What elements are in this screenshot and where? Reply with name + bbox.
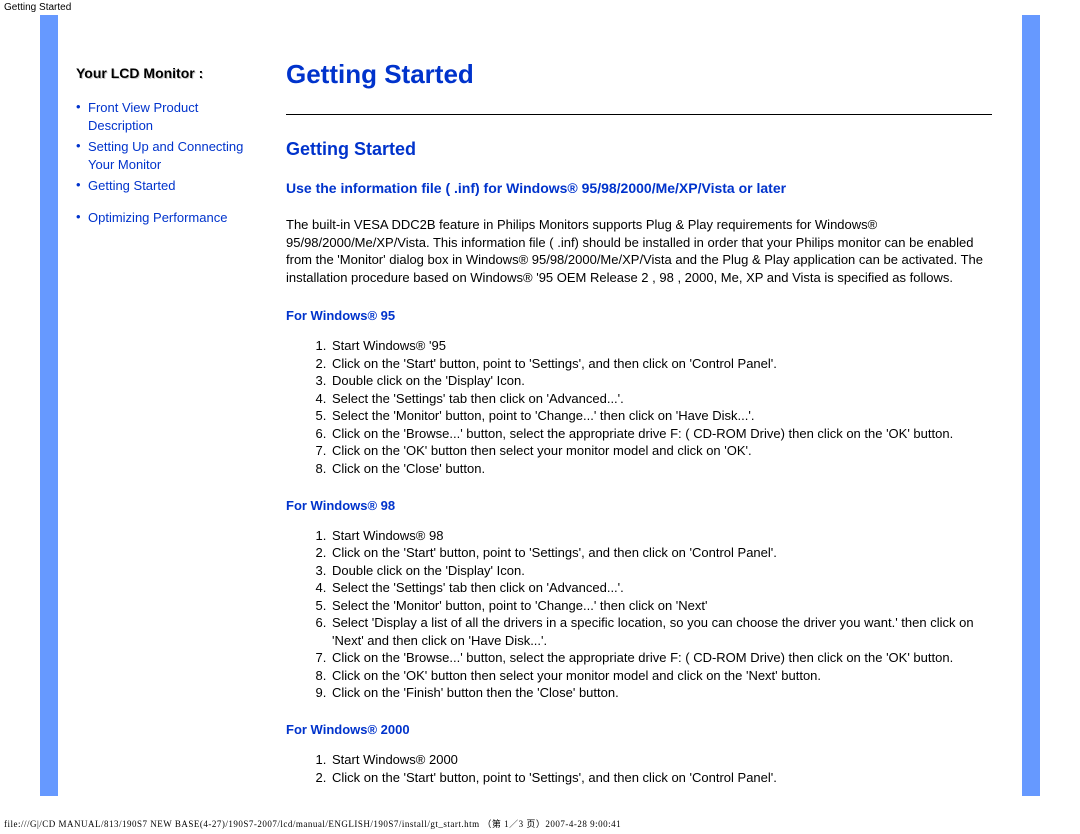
sidebar-link-label[interactable]: Optimizing Performance [88, 209, 227, 227]
left-accent-bar [40, 15, 58, 796]
bullet-icon: • [76, 99, 88, 134]
step-item: Click on the 'Finish' button then the 'C… [330, 684, 992, 702]
sidebar-link-label[interactable]: Front View Product Description [88, 99, 266, 134]
intro-paragraph: The built-in VESA DDC2B feature in Phili… [286, 216, 992, 286]
sidebar: Your LCD Monitor : • Front View Product … [58, 15, 276, 796]
os-section-heading: For Windows® 2000 [286, 722, 992, 737]
footer-path: file:///G|/CD MANUAL/813/190S7 NEW BASE(… [4, 817, 621, 830]
os-section-heading: For Windows® 98 [286, 498, 992, 513]
step-item: Click on the 'OK' button then select you… [330, 442, 992, 460]
bullet-icon: • [76, 209, 88, 227]
step-item: Click on the 'Start' button, point to 'S… [330, 769, 992, 787]
step-item: Start Windows® '95 [330, 337, 992, 355]
bullet-icon: • [76, 177, 88, 195]
step-item: Click on the 'OK' button then select you… [330, 667, 992, 685]
step-item: Click on the 'Browse...' button, select … [330, 649, 992, 667]
step-item: Click on the 'Close' button. [330, 460, 992, 478]
sidebar-link-optimizing[interactable]: • Optimizing Performance [76, 209, 266, 227]
steps-list: Start Windows® 98Click on the 'Start' bu… [286, 527, 992, 702]
step-item: Select the 'Settings' tab then click on … [330, 390, 992, 408]
main-content: Getting Started Getting Started Use the … [276, 15, 1022, 796]
step-item: Select the 'Monitor' button, point to 'C… [330, 597, 992, 615]
sidebar-link-getting-started[interactable]: • Getting Started [76, 177, 266, 195]
step-item: Select the 'Monitor' button, point to 'C… [330, 407, 992, 425]
sidebar-title: Your LCD Monitor : [76, 65, 266, 81]
page-body: Your LCD Monitor : • Front View Product … [40, 15, 1040, 796]
right-accent-bar [1022, 15, 1040, 796]
steps-list: Start Windows® '95Click on the 'Start' b… [286, 337, 992, 477]
bullet-icon: • [76, 138, 88, 173]
section-subtitle: Getting Started [286, 139, 992, 160]
step-item: Click on the 'Browse...' button, select … [330, 425, 992, 443]
sidebar-link-front-view[interactable]: • Front View Product Description [76, 99, 266, 134]
page-title: Getting Started [286, 59, 992, 90]
step-item: Select the 'Settings' tab then click on … [330, 579, 992, 597]
os-section-heading: For Windows® 95 [286, 308, 992, 323]
step-item: Start Windows® 2000 [330, 751, 992, 769]
step-item: Start Windows® 98 [330, 527, 992, 545]
step-item: Double click on the 'Display' Icon. [330, 372, 992, 390]
instruction-heading: Use the information file ( .inf) for Win… [286, 180, 992, 196]
sidebar-link-label[interactable]: Getting Started [88, 177, 175, 195]
divider [286, 114, 992, 115]
step-item: Click on the 'Start' button, point to 'S… [330, 355, 992, 373]
step-item: Select 'Display a list of all the driver… [330, 614, 992, 649]
browser-title: Getting Started [0, 0, 1080, 15]
sidebar-link-label[interactable]: Setting Up and Connecting Your Monitor [88, 138, 266, 173]
step-item: Double click on the 'Display' Icon. [330, 562, 992, 580]
step-item: Click on the 'Start' button, point to 'S… [330, 544, 992, 562]
steps-list: Start Windows® 2000Click on the 'Start' … [286, 751, 992, 786]
sidebar-link-setting-up[interactable]: • Setting Up and Connecting Your Monitor [76, 138, 266, 173]
